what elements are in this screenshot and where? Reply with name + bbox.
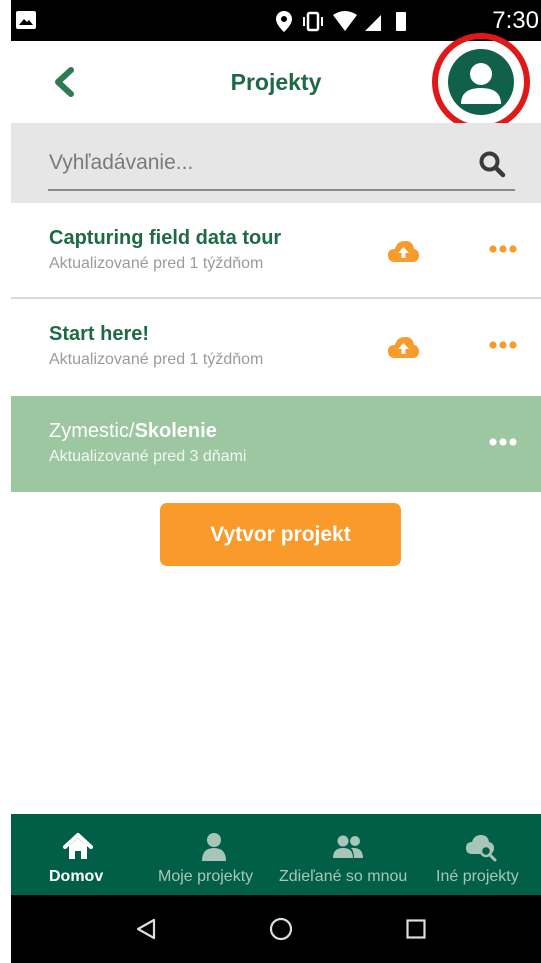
gallery-notification-icon <box>16 11 36 29</box>
app-bar: Projekty <box>11 33 541 131</box>
signal-icon <box>365 15 381 31</box>
avatar[interactable] <box>448 49 514 115</box>
recents-square-icon[interactable] <box>406 919 426 939</box>
home-circle-icon[interactable] <box>269 917 293 941</box>
create-project-button[interactable]: Vytvor projekt <box>160 503 401 566</box>
bottom-navigation: Domov Moje projekty Zdieľané so mnou Iné… <box>11 814 541 895</box>
project-item[interactable]: Start here! Aktualizované pred 1 týždňom <box>11 299 541 394</box>
project-name: Skolenie <box>134 420 217 442</box>
project-title: Capturing field data tour <box>49 227 282 249</box>
project-title: Zymestic/Skolenie <box>49 420 217 443</box>
home-icon <box>63 833 93 859</box>
nav-label: Iné projekty <box>436 868 519 885</box>
project-updated: Aktualizované pred 1 týždňom <box>49 351 264 368</box>
search-bar <box>11 123 541 203</box>
more-options-icon[interactable] <box>489 436 517 448</box>
android-navigation-bar <box>11 895 541 963</box>
user-icon <box>202 833 226 861</box>
project-title: Start here! <box>49 323 150 345</box>
nav-label: Domov <box>49 868 104 885</box>
more-options-icon[interactable] <box>489 339 517 351</box>
users-icon <box>333 835 363 858</box>
project-updated: Aktualizované pred 1 týždňom <box>49 255 264 272</box>
status-icons <box>276 11 406 32</box>
nav-label: Moje projekty <box>158 868 254 885</box>
vibrate-icon <box>303 11 323 32</box>
more-options-icon[interactable] <box>489 243 517 255</box>
user-avatar-icon <box>461 63 501 104</box>
search-underline <box>48 189 515 191</box>
project-updated: Aktualizované pred 3 dňami <box>49 448 247 465</box>
nav-other-projects[interactable]: Iné projekty <box>417 814 541 895</box>
search-icon[interactable] <box>478 150 506 178</box>
search-input[interactable] <box>49 147 469 179</box>
location-icon <box>276 11 292 32</box>
status-time: 7:30 <box>492 7 539 34</box>
nav-label: Zdieľané so mnou <box>279 868 408 885</box>
back-chevron-icon[interactable] <box>49 65 79 99</box>
nav-home[interactable]: Domov <box>11 814 145 895</box>
nav-my-projects[interactable]: Moje projekty <box>145 814 279 895</box>
cloud-upload-icon[interactable] <box>387 239 420 263</box>
app-screen: 7:30 Projekty Capturing field data tour … <box>11 0 541 963</box>
cloud-upload-icon[interactable] <box>387 335 420 359</box>
project-namespace: Zymestic/ <box>49 420 135 442</box>
back-triangle-icon[interactable] <box>135 918 157 940</box>
wifi-icon <box>333 11 357 31</box>
cloud-search-icon <box>466 835 497 862</box>
battery-icon <box>396 12 406 31</box>
nav-shared[interactable]: Zdieľané so mnou <box>279 814 417 895</box>
project-item-selected[interactable]: Zymestic/Skolenie Aktualizované pred 3 d… <box>11 396 541 492</box>
project-item[interactable]: Capturing field data tour Aktualizované … <box>11 203 541 298</box>
status-bar: 7:30 <box>11 0 541 41</box>
